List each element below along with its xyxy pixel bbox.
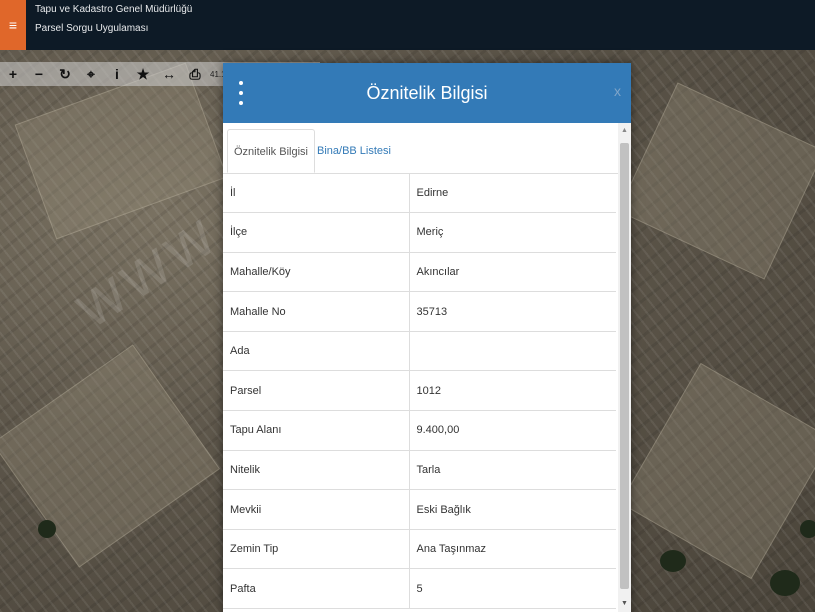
zoom-in-button[interactable]: + [0, 62, 26, 86]
table-row: Parsel 1012 [223, 370, 616, 412]
table-row: Tapu Alanı 9.400,00 [223, 410, 616, 451]
map-tree [770, 570, 800, 596]
table-row: Zemin Tip Ana Taşınmaz [223, 529, 616, 570]
menu-icon: ≡ [8, 17, 18, 33]
attribute-key: Nitelik [223, 450, 410, 491]
attribute-key: Tapu Alanı [223, 410, 410, 451]
attribute-table: İl Edirne İlçe Meriç Mahalle/Köy Akıncılar Mah… [223, 173, 616, 610]
attribute-value: 9.400,00 [409, 410, 616, 451]
attribute-value: Eski Bağlık [409, 489, 616, 530]
attribute-key: İl [223, 173, 410, 214]
info-button[interactable]: i [104, 62, 130, 86]
table-row: İlçe Meriç [223, 212, 616, 253]
scrollbar-thumb[interactable] [620, 143, 629, 589]
hamburger-menu-button[interactable]: ≡ [0, 0, 26, 50]
table-row: Pafta 5 [223, 568, 616, 610]
map-field [619, 362, 815, 580]
tab-building-list[interactable]: Bina/BB Listesi [311, 129, 397, 173]
close-icon[interactable]: x [614, 83, 621, 99]
measure-button[interactable]: ↔ [156, 62, 182, 86]
scroll-down-icon[interactable]: ▼ [618, 596, 631, 612]
attribute-value: Tarla [409, 450, 616, 491]
attribute-key: İlçe [223, 212, 410, 253]
scroll-up-icon[interactable]: ▲ [618, 123, 631, 139]
map-field [617, 82, 815, 280]
refresh-button[interactable]: ↻ [52, 62, 78, 86]
app-subtitle: Parsel Sorgu Uygulaması [35, 23, 149, 34]
info-icon: i [115, 66, 119, 82]
attribute-key: Mevkii [223, 489, 410, 530]
table-row: Mevkii Eski Bağlık [223, 489, 616, 530]
map-field [0, 344, 221, 568]
zoom-out-icon: − [34, 66, 44, 82]
tab-attribute-info[interactable]: Öznitelik Bilgisi [227, 129, 315, 173]
map-tree [38, 520, 56, 538]
refresh-icon: ↻ [59, 65, 71, 82]
attribute-value: Meriç [409, 212, 616, 253]
map-tree [800, 520, 815, 538]
attribute-value [409, 331, 616, 372]
zoom-out-button[interactable]: − [26, 62, 52, 86]
table-row: Ada [223, 331, 616, 372]
app-header: ≡ Tapu ve Kadastro Genel Müdürlüğü Parse… [0, 0, 815, 50]
attribute-key: Pafta [223, 568, 410, 610]
star-icon: ★ [136, 65, 150, 82]
dialog-tabs: Öznitelik Bilgisi Bina/BB Listesi [223, 123, 618, 174]
dialog-title: Öznitelik Bilgisi [366, 83, 488, 103]
table-row: Mahalle/Köy Akıncılar [223, 252, 616, 293]
attribute-key: Zemin Tip [223, 529, 410, 570]
table-row: Mahalle No 35713 [223, 291, 616, 332]
dialog-body[interactable]: Öznitelik Bilgisi Bina/BB Listesi İl Edir… [223, 123, 618, 612]
attribute-value: 1012 [409, 370, 616, 412]
attribute-value: 35713 [409, 291, 616, 332]
app-title: Tapu ve Kadastro Genel Müdürlüğü [35, 4, 193, 15]
print-button[interactable]: ⎙ [182, 62, 208, 86]
locate-icon: ⌖ [87, 65, 95, 82]
attribute-key: Mahalle No [223, 291, 410, 332]
attribute-info-dialog: Öznitelik Bilgisi x Öznitelik Bilgisi Bi… [223, 63, 631, 612]
attribute-value: Ana Taşınmaz [409, 529, 616, 570]
locate-button[interactable]: ⌖ [78, 62, 104, 86]
table-row: Nitelik Tarla [223, 450, 616, 491]
measure-icon: ↔ [162, 66, 176, 82]
table-row: İl Edirne [223, 173, 616, 214]
print-icon: ⎙ [189, 65, 201, 82]
attribute-key: Mahalle/Köy [223, 252, 410, 293]
attribute-key: Parsel [223, 370, 410, 412]
attribute-value: Akıncılar [409, 252, 616, 293]
dialog-scrollbar[interactable]: ▲ ▼ [618, 123, 631, 612]
favorite-button[interactable]: ★ [130, 62, 156, 86]
dialog-header: Öznitelik Bilgisi x [223, 63, 631, 123]
map-tree [660, 550, 686, 572]
attribute-value: 5 [409, 568, 616, 610]
zoom-in-icon: + [8, 66, 18, 82]
attribute-value: Edirne [409, 173, 616, 214]
attribute-key: Ada [223, 331, 410, 372]
